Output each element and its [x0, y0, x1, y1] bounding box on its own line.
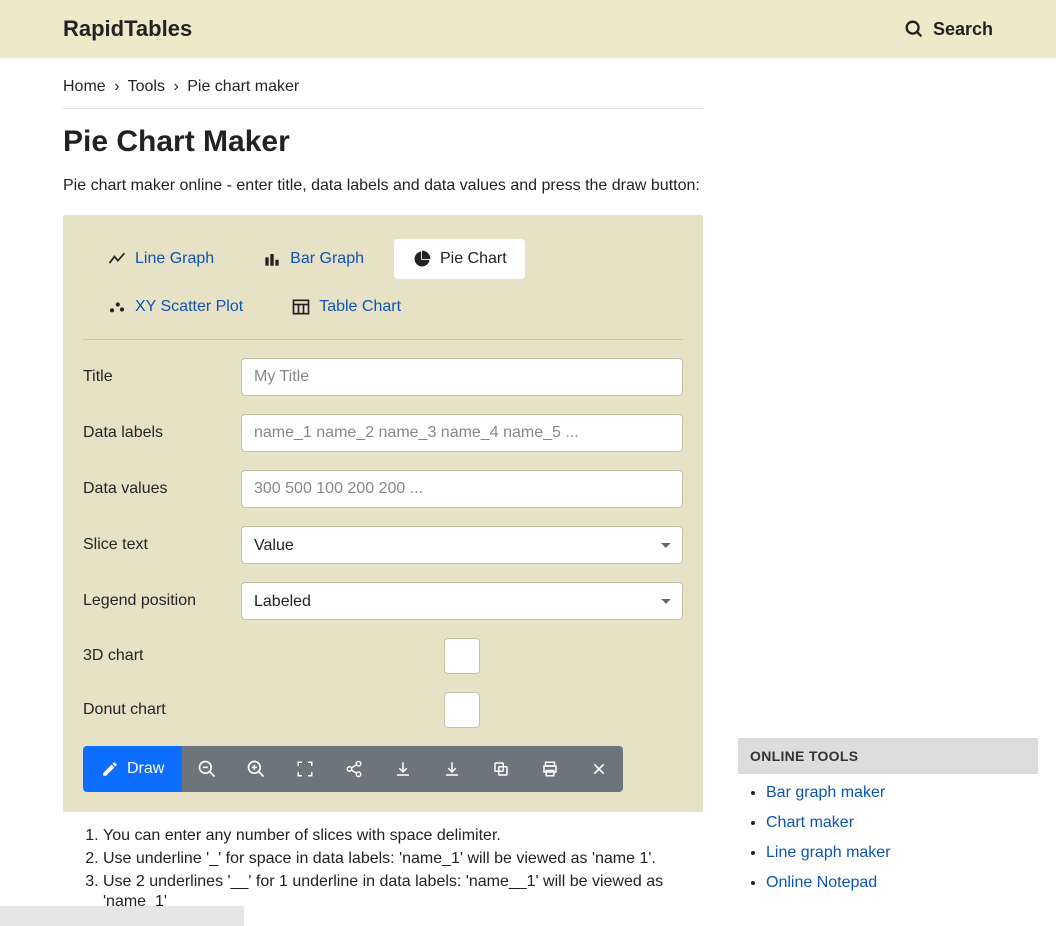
draw-button[interactable]: Draw: [83, 746, 182, 792]
status-bar-stub: [0, 906, 244, 926]
close-button[interactable]: [574, 746, 623, 792]
donut-chart-label: Donut chart: [83, 701, 241, 719]
search-icon: [903, 18, 925, 40]
pencil-icon: [101, 760, 119, 778]
tab-bar-graph[interactable]: Bar Graph: [244, 239, 382, 279]
fullscreen-button[interactable]: [280, 746, 329, 792]
search-label: Search: [933, 19, 993, 40]
list-item: Chart maker: [766, 814, 1038, 832]
data-labels-input[interactable]: [241, 414, 683, 452]
3d-chart-label: 3D chart: [83, 647, 241, 665]
data-labels-label: Data labels: [83, 424, 241, 442]
sidebar-link-bar-graph[interactable]: Bar graph maker: [766, 784, 885, 801]
share-button[interactable]: [329, 746, 378, 792]
slice-text-label: Slice text: [83, 536, 241, 554]
data-values-input[interactable]: [241, 470, 683, 508]
sidebar-link-line-graph[interactable]: Line graph maker: [766, 844, 891, 861]
list-item: Bar graph maker: [766, 784, 1038, 802]
bar-graph-icon: [262, 249, 282, 269]
list-item: Line graph maker: [766, 844, 1038, 862]
page-intro: Pie chart maker online - enter title, da…: [63, 177, 703, 195]
sidebar-links: Bar graph maker Chart maker Line graph m…: [738, 774, 1038, 892]
zoom-in-button[interactable]: [231, 746, 280, 792]
download-alt-button[interactable]: [427, 746, 476, 792]
site-logo[interactable]: RapidTables: [63, 16, 192, 42]
3d-chart-checkbox[interactable]: [444, 638, 480, 674]
list-item: Online Notepad: [766, 874, 1038, 892]
legend-position-select[interactable]: Labeled: [241, 582, 683, 620]
donut-chart-checkbox[interactable]: [444, 692, 480, 728]
page-title: Pie Chart Maker: [63, 125, 703, 159]
download-button[interactable]: [378, 746, 427, 792]
chart-type-tabs: Line Graph Bar Graph Pie Chart: [83, 235, 683, 340]
chart-toolbar: Draw: [83, 746, 623, 792]
site-header: RapidTables Search: [0, 0, 1056, 58]
sidebar-link-notepad[interactable]: Online Notepad: [766, 874, 877, 891]
title-input[interactable]: [241, 358, 683, 396]
note-item: Use underline '_' for space in data labe…: [103, 849, 703, 870]
data-values-label: Data values: [83, 480, 241, 498]
breadcrumb-tools[interactable]: Tools: [128, 78, 165, 95]
copy-button[interactable]: [476, 746, 525, 792]
search-button[interactable]: Search: [903, 18, 993, 40]
line-graph-icon: [107, 249, 127, 269]
tab-pie-chart[interactable]: Pie Chart: [394, 239, 525, 279]
slice-text-select[interactable]: Value: [241, 526, 683, 564]
tab-line-graph[interactable]: Line Graph: [89, 239, 232, 279]
scatter-plot-icon: [107, 297, 127, 317]
chart-config-panel: Line Graph Bar Graph Pie Chart: [63, 215, 703, 812]
tab-table-chart[interactable]: Table Chart: [273, 287, 419, 327]
pie-chart-icon: [412, 249, 432, 269]
note-item: You can enter any number of slices with …: [103, 826, 703, 847]
usage-notes: You can enter any number of slices with …: [63, 812, 703, 913]
zoom-out-button[interactable]: [182, 746, 231, 792]
sidebar-link-chart-maker[interactable]: Chart maker: [766, 814, 854, 831]
breadcrumb: Home › Tools › Pie chart maker: [63, 58, 703, 109]
print-button[interactable]: [525, 746, 574, 792]
legend-position-label: Legend position: [83, 592, 241, 610]
tab-scatter-plot[interactable]: XY Scatter Plot: [89, 287, 261, 327]
sidebar-header: ONLINE TOOLS: [738, 738, 1038, 774]
breadcrumb-home[interactable]: Home: [63, 78, 106, 95]
breadcrumb-current: Pie chart maker: [187, 78, 299, 95]
title-label: Title: [83, 368, 241, 386]
table-chart-icon: [291, 297, 311, 317]
